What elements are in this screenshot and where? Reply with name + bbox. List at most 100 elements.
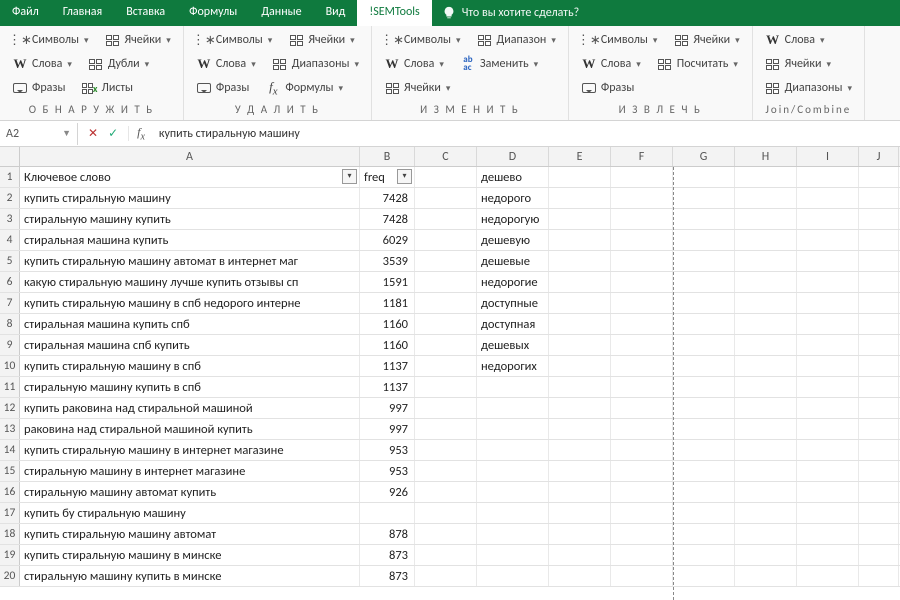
cell-J10[interactable] <box>859 356 899 376</box>
tab-home[interactable]: Главная <box>51 0 114 26</box>
fx-icon[interactable]: fx <box>129 125 153 142</box>
cell-I12[interactable] <box>797 398 859 418</box>
cell-A1[interactable]: Ключевое слово▾ <box>20 167 360 187</box>
cell-B14[interactable]: 953 <box>360 440 415 460</box>
слова-button[interactable]: WСлова▾ <box>577 54 645 74</box>
cell-F13[interactable] <box>611 419 673 439</box>
row-header[interactable]: 15 <box>0 461 20 481</box>
cell-F8[interactable] <box>611 314 673 334</box>
cell-B16[interactable]: 926 <box>360 482 415 502</box>
cell-I10[interactable] <box>797 356 859 376</box>
cell-C14[interactable] <box>415 440 477 460</box>
tab-data[interactable]: Данные <box>249 0 313 26</box>
cell-H12[interactable] <box>735 398 797 418</box>
row-header[interactable]: 12 <box>0 398 20 418</box>
cell-J3[interactable] <box>859 209 899 229</box>
row-header[interactable]: 19 <box>0 545 20 565</box>
col-header-E[interactable]: E <box>549 147 611 166</box>
cell-D12[interactable] <box>477 398 549 418</box>
filter-dropdown-icon[interactable]: ▾ <box>397 169 412 184</box>
cell-D19[interactable] <box>477 545 549 565</box>
cell-D15[interactable] <box>477 461 549 481</box>
cell-C12[interactable] <box>415 398 477 418</box>
формулы-button[interactable]: fxФормулы▾ <box>261 78 347 98</box>
formula-input[interactable]: купить стиральную машину <box>153 123 900 145</box>
cell-C8[interactable] <box>415 314 477 334</box>
cell-I9[interactable] <box>797 335 859 355</box>
cell-G1[interactable] <box>673 167 735 187</box>
cell-E11[interactable] <box>549 377 611 397</box>
cell-H14[interactable] <box>735 440 797 460</box>
cell-J13[interactable] <box>859 419 899 439</box>
слова-button[interactable]: WСлова▾ <box>192 54 260 74</box>
cell-F2[interactable] <box>611 188 673 208</box>
cell-E17[interactable] <box>549 503 611 523</box>
col-header-J[interactable]: J <box>859 147 899 166</box>
cell-B6[interactable]: 1591 <box>360 272 415 292</box>
cell-F12[interactable] <box>611 398 673 418</box>
select-all-corner[interactable] <box>0 147 20 166</box>
cell-B15[interactable]: 953 <box>360 461 415 481</box>
cell-J6[interactable] <box>859 272 899 292</box>
cell-E13[interactable] <box>549 419 611 439</box>
cell-E5[interactable] <box>549 251 611 271</box>
cell-G12[interactable] <box>673 398 735 418</box>
фразы-button[interactable]: Фразы <box>577 78 639 98</box>
col-header-C[interactable]: C <box>415 147 477 166</box>
cell-D8[interactable]: доступная <box>477 314 549 334</box>
row-header[interactable]: 6 <box>0 272 20 292</box>
cell-D1[interactable]: дешево <box>477 167 549 187</box>
cell-F11[interactable] <box>611 377 673 397</box>
cell-F16[interactable] <box>611 482 673 502</box>
cell-D5[interactable]: дешевые <box>477 251 549 271</box>
диапазоны-button[interactable]: Диапазоны▾ <box>268 54 363 74</box>
row-header[interactable]: 11 <box>0 377 20 397</box>
row-header[interactable]: 7 <box>0 293 20 313</box>
cell-I16[interactable] <box>797 482 859 502</box>
cell-B10[interactable]: 1137 <box>360 356 415 376</box>
символы-button[interactable]: ⋮∗Символы▾ <box>380 30 465 50</box>
cell-D3[interactable]: недорогую <box>477 209 549 229</box>
cell-H13[interactable] <box>735 419 797 439</box>
cell-A3[interactable]: стиральную машину купить <box>20 209 360 229</box>
cell-E1[interactable] <box>549 167 611 187</box>
cell-G5[interactable] <box>673 251 735 271</box>
col-header-D[interactable]: D <box>477 147 549 166</box>
cell-H6[interactable] <box>735 272 797 292</box>
cell-I18[interactable] <box>797 524 859 544</box>
cell-F14[interactable] <box>611 440 673 460</box>
cell-I13[interactable] <box>797 419 859 439</box>
col-header-B[interactable]: B <box>360 147 415 166</box>
cell-I8[interactable] <box>797 314 859 334</box>
cell-D14[interactable] <box>477 440 549 460</box>
cell-E18[interactable] <box>549 524 611 544</box>
cell-G11[interactable] <box>673 377 735 397</box>
cell-B1[interactable]: freq▾ <box>360 167 415 187</box>
cell-G10[interactable] <box>673 356 735 376</box>
ячейки-button[interactable]: Ячейки▾ <box>101 30 175 50</box>
cell-G16[interactable] <box>673 482 735 502</box>
cell-J20[interactable] <box>859 566 899 586</box>
cell-B13[interactable]: 997 <box>360 419 415 439</box>
cell-D18[interactable] <box>477 524 549 544</box>
cell-I19[interactable] <box>797 545 859 565</box>
cell-I17[interactable] <box>797 503 859 523</box>
cell-A20[interactable]: стиральную машину купить в минске <box>20 566 360 586</box>
cell-F17[interactable] <box>611 503 673 523</box>
cell-D6[interactable]: недорогие <box>477 272 549 292</box>
cell-C7[interactable] <box>415 293 477 313</box>
tell-me-search[interactable]: Что вы хотите сделать? <box>432 0 589 26</box>
col-header-F[interactable]: F <box>611 147 673 166</box>
cell-C2[interactable] <box>415 188 477 208</box>
cell-I4[interactable] <box>797 230 859 250</box>
col-header-H[interactable]: H <box>735 147 797 166</box>
cell-B8[interactable]: 1160 <box>360 314 415 334</box>
cell-J11[interactable] <box>859 377 899 397</box>
cell-D13[interactable] <box>477 419 549 439</box>
cell-F6[interactable] <box>611 272 673 292</box>
row-header[interactable]: 8 <box>0 314 20 334</box>
слова-button[interactable]: WСлова▾ <box>761 30 829 50</box>
cell-C17[interactable] <box>415 503 477 523</box>
row-header[interactable]: 5 <box>0 251 20 271</box>
слова-button[interactable]: WСлова▾ <box>8 54 76 74</box>
